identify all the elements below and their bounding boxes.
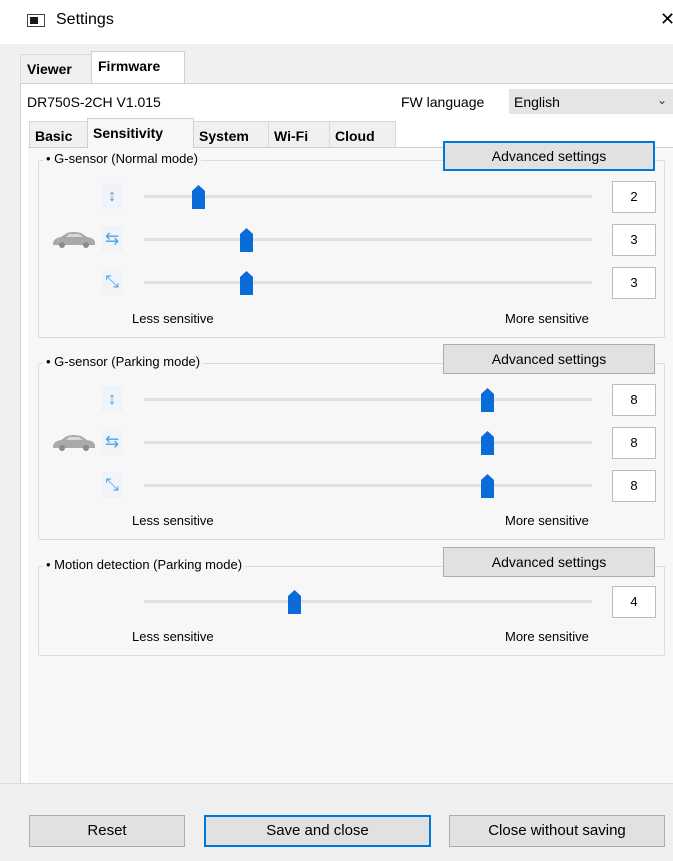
window-title: Settings: [56, 11, 114, 28]
value-box: 8: [612, 427, 656, 459]
slider-thumb[interactable]: [481, 388, 494, 412]
slider-row: ⇆ 8: [39, 427, 666, 459]
tab-system[interactable]: System: [193, 121, 269, 147]
fw-language-label: FW language: [401, 94, 485, 110]
slider-track[interactable]: [144, 441, 592, 444]
slider-row: ↕ 2: [39, 181, 666, 213]
advanced-settings-parking-button[interactable]: Advanced settings: [443, 344, 655, 374]
value-box: 3: [612, 267, 656, 299]
close-window-icon[interactable]: ✕: [660, 9, 673, 30]
car-icon: [53, 435, 95, 451]
horizontal-axis-icon: ⇆: [101, 226, 123, 252]
vertical-axis-icon: ↕: [101, 386, 123, 412]
tab-cloud[interactable]: Cloud: [329, 121, 396, 147]
slider-row: ⤡ 8: [39, 470, 666, 502]
more-sensitive-label: More sensitive: [505, 311, 589, 326]
value-box: 3: [612, 224, 656, 256]
slider-row: 4: [39, 586, 666, 618]
fw-language-select[interactable]: English ⌄: [509, 89, 673, 114]
slider-thumb[interactable]: [192, 185, 205, 209]
slider-thumb[interactable]: [481, 431, 494, 455]
diagonal-axis-icon: ⤡: [101, 472, 123, 498]
more-sensitive-label: More sensitive: [505, 513, 589, 528]
slider-thumb[interactable]: [288, 590, 301, 614]
tab-firmware[interactable]: Firmware: [91, 51, 185, 83]
tab-wifi[interactable]: Wi-Fi: [268, 121, 330, 147]
slider-thumb[interactable]: [240, 271, 253, 295]
slider-track[interactable]: [144, 238, 592, 241]
bottom-button-bar: Reset Save and close Close without savin…: [0, 783, 673, 861]
firmware-model-version: DR750S-2CH V1.015: [27, 94, 161, 110]
slider-row: ↕ 8: [39, 384, 666, 416]
value-box: 8: [612, 384, 656, 416]
slider-thumb[interactable]: [481, 474, 494, 498]
g-sensor-parking-title: • G-sensor (Parking mode): [43, 354, 204, 369]
slider-track[interactable]: [144, 398, 592, 401]
settings-dialog: Viewer Firmware DR750S-2CH V1.015 FW lan…: [0, 44, 673, 861]
advanced-settings-motion-button[interactable]: Advanced settings: [443, 547, 655, 577]
tab-sensitivity[interactable]: Sensitivity: [87, 118, 194, 148]
value-box: 2: [612, 181, 656, 213]
save-and-close-button[interactable]: Save and close: [204, 815, 431, 847]
advanced-settings-normal-button[interactable]: Advanced settings: [443, 141, 655, 171]
title-bar: Settings ✕: [0, 0, 673, 44]
g-sensor-parking-group: • G-sensor (Parking mode) Advanced setti…: [38, 344, 666, 540]
slider-thumb[interactable]: [240, 228, 253, 252]
slider-track[interactable]: [144, 484, 592, 487]
slider-track[interactable]: [144, 195, 592, 198]
motion-detection-group: • Motion detection (Parking mode) Advanc…: [38, 547, 666, 656]
horizontal-axis-icon: ⇆: [101, 429, 123, 455]
motion-detection-title: • Motion detection (Parking mode): [43, 557, 246, 572]
less-sensitive-label: Less sensitive: [132, 513, 214, 528]
slider-row: ⇆ 3: [39, 224, 666, 256]
fw-language-value: English: [514, 94, 560, 110]
close-without-saving-button[interactable]: Close without saving: [449, 815, 665, 847]
reset-button[interactable]: Reset: [29, 815, 185, 847]
app-window-icon: [27, 14, 45, 27]
less-sensitive-label: Less sensitive: [132, 311, 214, 326]
car-icon: [53, 232, 95, 248]
firmware-panel: DR750S-2CH V1.015 FW language English ⌄ …: [20, 83, 673, 824]
g-sensor-normal-group: • G-sensor (Normal mode) Advanced settin…: [38, 141, 666, 338]
value-box: 8: [612, 470, 656, 502]
slider-row: ⤡ 3: [39, 267, 666, 299]
sensitivity-panel: • G-sensor (Normal mode) Advanced settin…: [28, 141, 673, 824]
tab-basic[interactable]: Basic: [29, 121, 88, 147]
less-sensitive-label: Less sensitive: [132, 629, 214, 644]
vertical-axis-icon: ↕: [101, 183, 123, 209]
slider-track[interactable]: [144, 600, 592, 603]
slider-track[interactable]: [144, 281, 592, 284]
value-box: 4: [612, 586, 656, 618]
diagonal-axis-icon: ⤡: [101, 269, 123, 295]
chevron-down-icon: ⌄: [656, 93, 667, 107]
tab-viewer[interactable]: Viewer: [20, 54, 92, 82]
more-sensitive-label: More sensitive: [505, 629, 589, 644]
g-sensor-normal-title: • G-sensor (Normal mode): [43, 151, 201, 166]
